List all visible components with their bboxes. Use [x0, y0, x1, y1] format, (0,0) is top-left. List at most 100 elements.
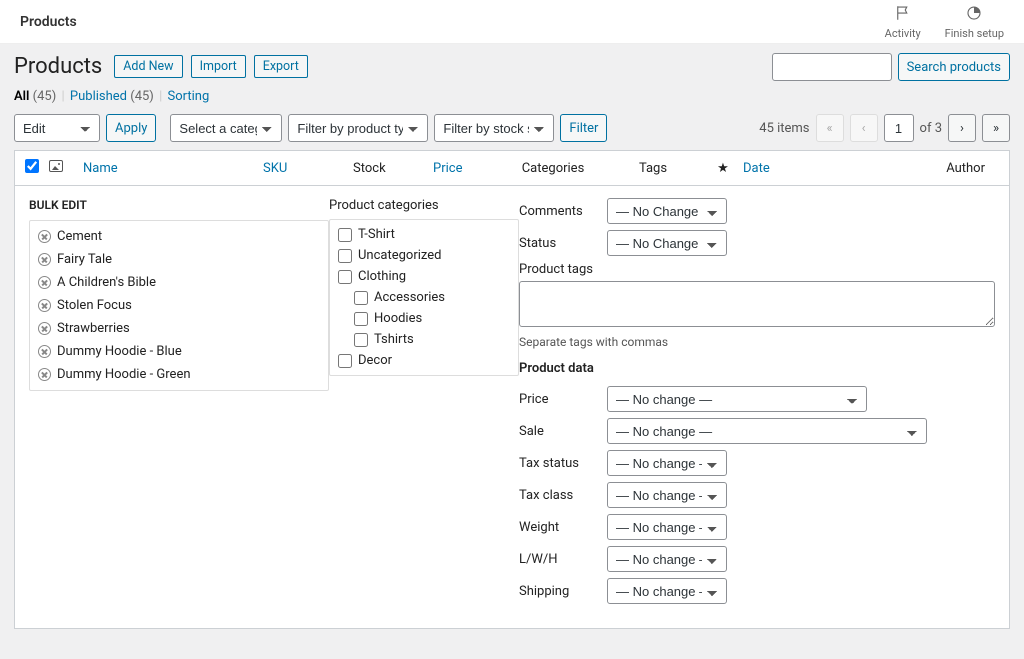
column-thumbnail: [49, 160, 83, 176]
category-checkbox[interactable]: [354, 333, 368, 347]
price-select[interactable]: — No change —: [607, 386, 867, 412]
category-label: Clothing: [358, 269, 406, 284]
topbar-item-label: Finish setup: [945, 27, 1004, 40]
bulk-category-item: Decor: [330, 350, 518, 371]
shipping-select[interactable]: — No change —: [607, 578, 727, 604]
separator: |: [62, 89, 65, 104]
bulk-selected-label: Dummy Hoodie - Green: [57, 367, 191, 382]
apply-button[interactable]: Apply: [106, 114, 156, 142]
bulk-selected-label: Fairy Tale: [57, 252, 112, 267]
tags-hint: Separate tags with commas: [519, 335, 995, 349]
product-data-title: Product data: [519, 361, 995, 376]
remove-icon[interactable]: [38, 230, 51, 243]
column-featured: ★: [703, 161, 743, 176]
items-count: 45 items: [759, 121, 809, 136]
status-label: Status: [519, 236, 597, 251]
bulk-selected-item: Dummy Hoodie - Blue: [30, 340, 328, 363]
last-page-button[interactable]: »: [982, 114, 1010, 142]
remove-icon[interactable]: [38, 253, 51, 266]
tax-status-label: Tax status: [519, 456, 597, 471]
bulk-selected-label: Stolen Focus: [57, 298, 132, 313]
remove-icon[interactable]: [38, 345, 51, 358]
filter-stock-status-select[interactable]: Filter by stock status: [434, 114, 554, 142]
tax-class-select[interactable]: — No change —: [607, 482, 727, 508]
category-label: T-Shirt: [358, 227, 395, 242]
category-checkbox[interactable]: [354, 312, 368, 326]
page-of-text: of 3: [920, 121, 942, 136]
category-checkbox[interactable]: [338, 354, 352, 368]
column-categories: Categories: [503, 161, 603, 176]
column-tags: Tags: [603, 161, 703, 176]
bulk-categories-column: Product categories T-Shirt Uncategorized C…: [329, 198, 519, 610]
bulk-category-item: Uncategorized: [330, 245, 518, 266]
image-icon: [49, 160, 63, 172]
bulk-edit-title: BULK EDIT: [29, 198, 329, 212]
view-filters: All (45) | Published (45) | Sorting: [14, 89, 1010, 104]
product-tags-textarea[interactable]: [519, 281, 995, 327]
product-tags-label: Product tags: [519, 262, 995, 277]
bulk-actions-select[interactable]: Edit: [14, 114, 100, 142]
topbar-title: Products: [20, 14, 77, 30]
prev-page-button[interactable]: ‹: [850, 114, 878, 142]
search-products-button[interactable]: Search products: [898, 53, 1010, 81]
import-button[interactable]: Import: [191, 55, 246, 78]
category-checkbox[interactable]: [338, 249, 352, 263]
remove-icon[interactable]: [38, 322, 51, 335]
main-wrap: Products Add New Import Export Search pr…: [0, 44, 1024, 659]
bulk-fields-column: Comments — No Change — Status — No Chang…: [519, 198, 995, 610]
category-checkbox[interactable]: [338, 270, 352, 284]
bulk-selected-label: Strawberries: [57, 321, 130, 336]
remove-icon[interactable]: [38, 368, 51, 381]
bulk-selected-column: BULK EDIT Cement Fairy Tale A Children's B…: [29, 198, 329, 610]
bulk-selected-item: Cement: [30, 225, 328, 248]
topbar-actions: Activity Finish setup: [885, 4, 1004, 40]
select-all-checkbox[interactable]: [25, 159, 39, 173]
category-checkbox[interactable]: [354, 291, 368, 305]
status-select[interactable]: — No Change —: [607, 230, 727, 256]
column-sku[interactable]: SKU: [263, 161, 287, 176]
next-page-button[interactable]: ›: [948, 114, 976, 142]
column-name[interactable]: Name: [83, 161, 118, 176]
bulk-category-item: Hoodies: [330, 308, 518, 329]
bulk-selected-item: A Children's Bible: [30, 271, 328, 294]
comments-select[interactable]: — No Change —: [607, 198, 727, 224]
weight-select[interactable]: — No change —: [607, 514, 727, 540]
comments-label: Comments: [519, 204, 597, 219]
column-price[interactable]: Price: [433, 161, 462, 176]
lwh-select[interactable]: — No change —: [607, 546, 727, 572]
tablenav-top: Edit Apply Select a category Filter by p…: [14, 114, 1010, 142]
filter-published-count: (45): [130, 89, 154, 104]
export-button[interactable]: Export: [254, 55, 308, 78]
column-date[interactable]: Date: [743, 161, 770, 176]
tablenav-left: Edit Apply Select a category Filter by p…: [14, 114, 607, 142]
filter-published-label[interactable]: Published: [70, 89, 127, 104]
first-page-button[interactable]: «: [816, 114, 844, 142]
bulk-categories-list: T-ShirtUncategorizedClothingAccessoriesH…: [329, 219, 519, 376]
price-label: Price: [519, 392, 597, 407]
bulk-category-item: Tshirts: [330, 329, 518, 350]
category-checkbox[interactable]: [338, 228, 352, 242]
filter-category-select[interactable]: Select a category: [170, 114, 282, 142]
remove-icon[interactable]: [38, 276, 51, 289]
activity-button[interactable]: Activity: [885, 4, 921, 40]
search-input[interactable]: [772, 53, 892, 81]
bulk-selected-item: Strawberries: [30, 317, 328, 340]
sale-label: Sale: [519, 424, 597, 439]
column-stock: Stock: [353, 161, 433, 176]
page-title: Products: [14, 54, 102, 79]
separator: |: [159, 89, 162, 104]
lwh-label: L/W/H: [519, 552, 597, 567]
filter-product-type-select[interactable]: Filter by product type: [288, 114, 428, 142]
sale-select[interactable]: — No change —: [607, 418, 927, 444]
add-new-button[interactable]: Add New: [114, 55, 182, 78]
current-page-input[interactable]: [884, 114, 914, 142]
bulk-categories-title: Product categories: [329, 198, 519, 213]
filter-sorting[interactable]: Sorting: [168, 89, 210, 104]
filter-button[interactable]: Filter: [560, 114, 607, 142]
category-label: Tshirts: [374, 332, 414, 347]
remove-icon[interactable]: [38, 299, 51, 312]
tax-status-select[interactable]: — No change —: [607, 450, 727, 476]
filter-all-label[interactable]: All: [14, 89, 29, 104]
filter-all-count: (45): [33, 89, 57, 104]
finish-setup-button[interactable]: Finish setup: [945, 4, 1004, 40]
